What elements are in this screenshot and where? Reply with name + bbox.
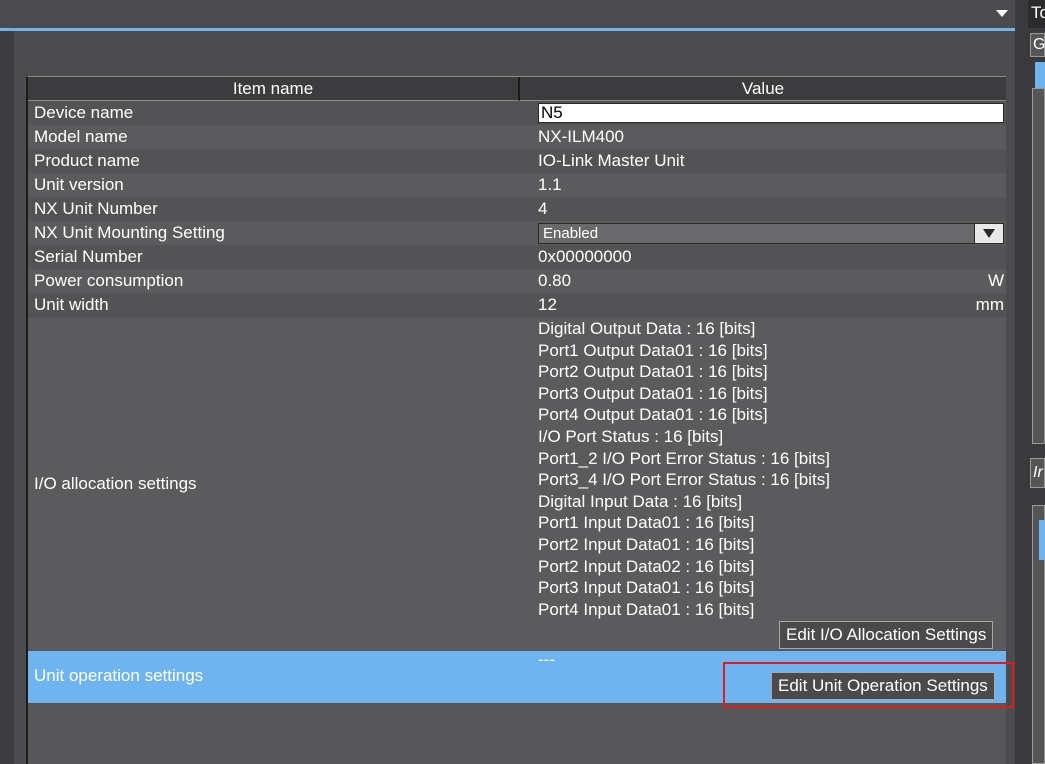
- list-item: Port3 Output Data01 : 16 [bits]: [538, 383, 768, 403]
- toolbox-tab[interactable]: G: [1030, 33, 1045, 57]
- column-header-item-name: Item name: [28, 77, 520, 101]
- row-nx-unit-number: NX Unit Number 4: [28, 197, 1006, 221]
- list-item: Port2 Output Data01 : 16 [bits]: [538, 362, 768, 382]
- list-item: I/O Port Status : 16 [bits]: [538, 426, 724, 446]
- select-dropdown-button[interactable]: [974, 224, 1003, 243]
- serial-number-label: Serial Number: [34, 247, 143, 266]
- serial-number-value: 0x00000000: [538, 247, 632, 266]
- toolbox-title: To: [1028, 0, 1045, 28]
- unit-operation-value: ---: [538, 650, 555, 669]
- row-unit-version: Unit version 1.1: [28, 173, 1006, 197]
- mounting-setting-selected-value: Enabled: [543, 225, 599, 242]
- power-consumption-label: Power consumption: [34, 271, 184, 290]
- row-io-allocation: I/O allocation settings Digital Output D…: [28, 318, 1006, 650]
- model-name-label: Model name: [34, 127, 128, 146]
- model-name-value: NX-ILM400: [538, 127, 624, 146]
- left-splitter[interactable]: [0, 31, 15, 764]
- row-device-name: Device name N5: [28, 101, 1006, 125]
- row-product-name: Product name IO-Link Master Unit: [28, 149, 1006, 173]
- list-item: Port3 Input Data01 : 16 [bits]: [538, 578, 755, 598]
- row-power-consumption: Power consumption 0.80 W: [28, 269, 1006, 293]
- io-allocation-label: I/O allocation settings: [34, 474, 197, 493]
- product-name-value: IO-Link Master Unit: [538, 151, 685, 170]
- list-item: Digital Output Data : 16 [bits]: [538, 319, 756, 338]
- row-unit-width: Unit width 12 mm: [28, 293, 1006, 317]
- device-name-input[interactable]: N5: [538, 103, 1004, 123]
- highlight-box: [723, 662, 1014, 708]
- unit-width-value: 12: [538, 295, 557, 314]
- nx-unit-number-label: NX Unit Number: [34, 199, 158, 218]
- unit-operation-label: Unit operation settings: [34, 666, 204, 685]
- mounting-setting-select[interactable]: Enabled: [538, 223, 1004, 244]
- list-item: Port2 Input Data01 : 16 [bits]: [538, 534, 755, 554]
- unit-settings-grid: Item name Value Device name N5 Model nam…: [26, 76, 1006, 764]
- unit-width-label: Unit width: [34, 295, 109, 314]
- dropdown-arrow-icon[interactable]: [996, 10, 1008, 17]
- column-header-value: Value: [520, 77, 1006, 101]
- toolbox-selected-item[interactable]: [1035, 62, 1045, 88]
- unit-width-unit: mm: [975, 295, 1004, 314]
- row-mounting-setting: NX Unit Mounting Setting Enabled: [28, 221, 1006, 245]
- product-name-label: Product name: [34, 151, 140, 170]
- list-item: Port4 Input Data01 : 16 [bits]: [538, 599, 755, 619]
- editor-title-bar: [0, 0, 1015, 28]
- row-model-name: Model name NX-ILM400: [28, 125, 1006, 149]
- list-item: Port2 Input Data02 : 16 [bits]: [538, 556, 755, 576]
- list-item: Digital Input Data : 16 [bits]: [538, 491, 743, 511]
- device-name-label: Device name: [34, 103, 134, 122]
- list-item: Port3_4 I/O Port Error Status : 16 [bits…: [538, 470, 830, 490]
- toolbox-panel: To G Ir: [1015, 0, 1045, 764]
- toolbox-list[interactable]: [1032, 88, 1045, 444]
- edit-io-allocation-button[interactable]: Edit I/O Allocation Settings: [779, 621, 994, 649]
- nx-unit-number-value: 4: [538, 199, 548, 218]
- mounting-setting-label: NX Unit Mounting Setting: [34, 223, 225, 242]
- list-item: Port1 Output Data01 : 16 [bits]: [538, 340, 768, 360]
- power-consumption-value: 0.80: [538, 271, 572, 290]
- unit-version-value: 1.1: [538, 175, 562, 194]
- unit-version-label: Unit version: [34, 175, 124, 194]
- row-serial-number: Serial Number 0x00000000: [28, 245, 1006, 269]
- toolbox-lower-selected[interactable]: [1039, 520, 1045, 560]
- chevron-down-icon: [983, 229, 995, 238]
- list-item: Port4 Output Data01 : 16 [bits]: [538, 405, 768, 425]
- toolbox-info-field[interactable]: Ir: [1030, 458, 1045, 488]
- list-item: Port1_2 I/O Port Error Status : 16 [bits…: [538, 448, 830, 468]
- power-consumption-unit: W: [987, 271, 1004, 290]
- io-allocation-list: Digital Output Data : 16 [bits] Port1 Ou…: [538, 318, 830, 620]
- list-item: Port1 Input Data01 : 16 [bits]: [538, 513, 755, 533]
